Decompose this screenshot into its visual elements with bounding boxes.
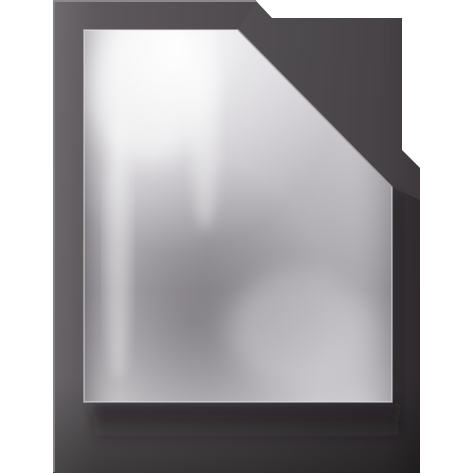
- document-file-icon: [53, 0, 420, 473]
- document-icon-canvas: [0, 0, 474, 474]
